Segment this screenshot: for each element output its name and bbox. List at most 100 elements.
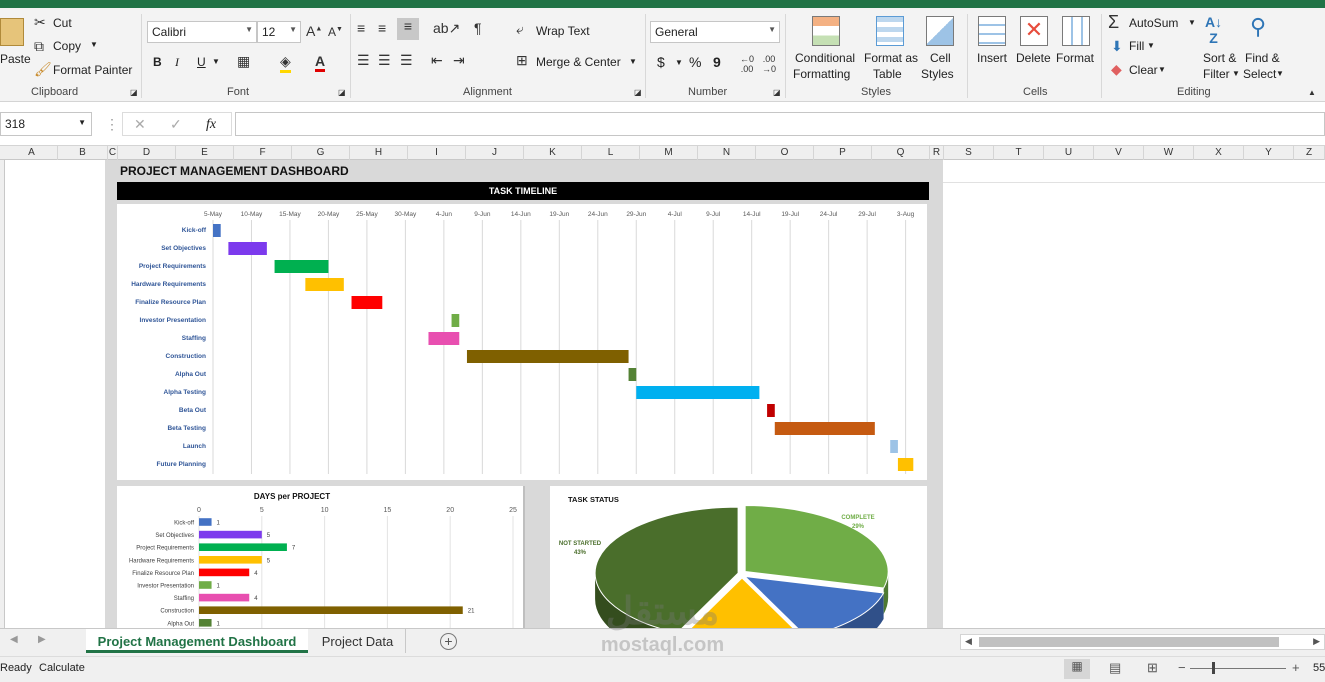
column-header-x[interactable]: X bbox=[1194, 146, 1244, 160]
column-header-r[interactable]: R bbox=[930, 146, 944, 160]
column-header-b[interactable]: B bbox=[58, 146, 108, 160]
column-header-i[interactable]: I bbox=[408, 146, 466, 160]
paste-icon[interactable] bbox=[0, 18, 24, 46]
number-launcher-icon[interactable]: ◪ bbox=[773, 88, 781, 97]
column-header-e[interactable]: E bbox=[176, 146, 234, 160]
zoom-slider[interactable] bbox=[1190, 662, 1286, 674]
insert-button[interactable]: Insert bbox=[977, 51, 1007, 65]
column-header-h[interactable]: H bbox=[350, 146, 408, 160]
decrease-decimal-icon[interactable]: .00 →0 bbox=[762, 54, 776, 74]
fill-button[interactable]: Fill bbox=[1129, 39, 1144, 53]
copy-button[interactable]: Copy bbox=[53, 39, 81, 53]
scrollbar-thumb[interactable] bbox=[979, 637, 1279, 647]
italic-button[interactable]: I bbox=[175, 55, 179, 70]
copy-dropdown-icon[interactable]: ▼ bbox=[90, 40, 98, 49]
enter-icon[interactable]: ✓ bbox=[170, 116, 182, 133]
font-size-combo[interactable]: 12 ▼ bbox=[257, 21, 301, 43]
sort-filter-icon[interactable]: A↓ Z bbox=[1205, 14, 1222, 46]
clear-dropdown-icon[interactable]: ▼ bbox=[1158, 65, 1166, 74]
column-header-z[interactable]: Z bbox=[1294, 146, 1325, 160]
column-header-l[interactable]: L bbox=[582, 146, 640, 160]
add-sheet-button[interactable]: + bbox=[440, 633, 457, 650]
bold-button[interactable]: B bbox=[153, 55, 162, 69]
orientation-icon[interactable]: ab↗ bbox=[433, 20, 460, 37]
normal-view-button[interactable]: ▦ bbox=[1064, 659, 1090, 679]
format-as-table-icon[interactable] bbox=[876, 16, 904, 46]
cell-styles-icon[interactable] bbox=[926, 16, 954, 46]
insert-cells-icon[interactable] bbox=[978, 16, 1006, 46]
scroll-right-icon[interactable]: ▶ bbox=[38, 634, 46, 645]
scroll-left-arrow-icon[interactable]: ◀ bbox=[965, 636, 972, 647]
column-header-u[interactable]: U bbox=[1044, 146, 1094, 160]
name-box[interactable]: 318 ▼ bbox=[0, 112, 92, 136]
underline-dropdown-icon[interactable]: ▼ bbox=[212, 57, 220, 66]
horizontal-scrollbar[interactable]: ◀ ▶ bbox=[960, 634, 1325, 650]
decrease-indent-icon[interactable]: ⇤ bbox=[431, 52, 443, 69]
align-bottom-icon[interactable]: ≡ bbox=[397, 18, 419, 40]
format-as-table-label-2[interactable]: Table bbox=[873, 67, 902, 81]
sort-dropdown-icon[interactable]: ▼ bbox=[1232, 69, 1240, 78]
cell-styles-label-2[interactable]: Styles bbox=[921, 67, 954, 81]
shrink-font-icon[interactable]: A▼ bbox=[328, 25, 343, 39]
collapse-ribbon-icon[interactable]: ▲ bbox=[1308, 88, 1316, 97]
column-header-p[interactable]: P bbox=[814, 146, 872, 160]
format-button[interactable]: Format bbox=[1056, 51, 1094, 65]
conditional-formatting-label-1[interactable]: Conditional bbox=[795, 51, 855, 65]
column-header-j[interactable]: J bbox=[466, 146, 524, 160]
zoom-slider-thumb[interactable] bbox=[1212, 662, 1215, 674]
align-right-icon[interactable]: ☰ bbox=[400, 52, 413, 69]
insert-function-button[interactable]: fx bbox=[206, 117, 216, 133]
grow-font-icon[interactable]: A▲ bbox=[306, 23, 322, 39]
font-launcher-icon[interactable]: ◪ bbox=[338, 88, 346, 97]
zoom-level[interactable]: 55 bbox=[1313, 662, 1325, 674]
column-header-y[interactable]: Y bbox=[1244, 146, 1294, 160]
column-header-q[interactable]: Q bbox=[872, 146, 930, 160]
underline-button[interactable]: U bbox=[197, 55, 206, 69]
comma-button[interactable]: 9 bbox=[713, 54, 721, 70]
merge-dropdown-icon[interactable]: ▼ bbox=[629, 57, 637, 66]
column-header-d[interactable]: D bbox=[118, 146, 176, 160]
column-header-k[interactable]: K bbox=[524, 146, 582, 160]
percent-button[interactable]: % bbox=[689, 54, 701, 70]
sheet-tab-active[interactable]: Project Management Dashboard bbox=[86, 629, 308, 653]
paste-button[interactable]: Paste bbox=[0, 52, 31, 66]
alignment-launcher-icon[interactable]: ◪ bbox=[634, 88, 642, 97]
font-name-combo[interactable]: Calibri ▼ bbox=[147, 21, 257, 43]
worksheet-grid[interactable]: PROJECT MANAGEMENT DASHBOARD TASK TIMELI… bbox=[0, 160, 1325, 628]
delete-cells-icon[interactable]: ✕ bbox=[1020, 16, 1048, 46]
delete-button[interactable]: Delete bbox=[1016, 51, 1051, 65]
format-painter-button[interactable]: Format Painter bbox=[53, 63, 132, 77]
font-color-icon[interactable]: A bbox=[315, 53, 326, 72]
clipboard-launcher-icon[interactable]: ◪ bbox=[130, 88, 138, 97]
clear-button[interactable]: Clear bbox=[1129, 63, 1158, 77]
scroll-right-arrow-icon[interactable]: ▶ bbox=[1313, 636, 1320, 647]
column-header-g[interactable]: G bbox=[292, 146, 350, 160]
column-header-v[interactable]: V bbox=[1094, 146, 1144, 160]
column-header-a[interactable]: A bbox=[6, 146, 58, 160]
align-top-icon[interactable]: ≡ bbox=[357, 20, 365, 36]
align-center-icon[interactable]: ☰ bbox=[378, 52, 391, 69]
merge-center-button[interactable]: Merge & Center bbox=[536, 55, 621, 69]
fill-color-icon[interactable]: ◈ bbox=[280, 53, 291, 73]
autosum-button[interactable]: AutoSum bbox=[1129, 16, 1178, 30]
wrap-text-button[interactable]: Wrap Text bbox=[536, 24, 590, 38]
borders-icon[interactable]: ▦ bbox=[237, 53, 250, 70]
align-left-icon[interactable]: ☰ bbox=[357, 52, 370, 69]
column-header-t[interactable]: T bbox=[994, 146, 1044, 160]
find-dropdown-icon[interactable]: ▼ bbox=[1276, 69, 1284, 78]
text-direction-icon[interactable]: ¶ bbox=[474, 20, 482, 36]
increase-indent-icon[interactable]: ⇥ bbox=[453, 52, 465, 69]
page-break-view-icon[interactable]: ⊞ bbox=[1147, 660, 1158, 676]
increase-decimal-icon[interactable]: ←0.00 bbox=[740, 54, 754, 74]
format-cells-icon[interactable] bbox=[1062, 16, 1090, 46]
sort-filter-label-2[interactable]: Filter bbox=[1203, 67, 1230, 81]
fill-dropdown-icon[interactable]: ▼ bbox=[1147, 41, 1155, 50]
column-header-n[interactable]: N bbox=[698, 146, 756, 160]
cancel-icon[interactable]: ✕ bbox=[134, 116, 146, 133]
find-select-icon[interactable]: ⚲ bbox=[1250, 14, 1266, 40]
zoom-out-button[interactable]: − bbox=[1178, 660, 1186, 675]
autosum-dropdown-icon[interactable]: ▼ bbox=[1188, 18, 1196, 27]
format-as-table-label-1[interactable]: Format as bbox=[864, 51, 918, 65]
cell-styles-label-1[interactable]: Cell bbox=[930, 51, 951, 65]
column-header-s[interactable]: S bbox=[944, 146, 994, 160]
